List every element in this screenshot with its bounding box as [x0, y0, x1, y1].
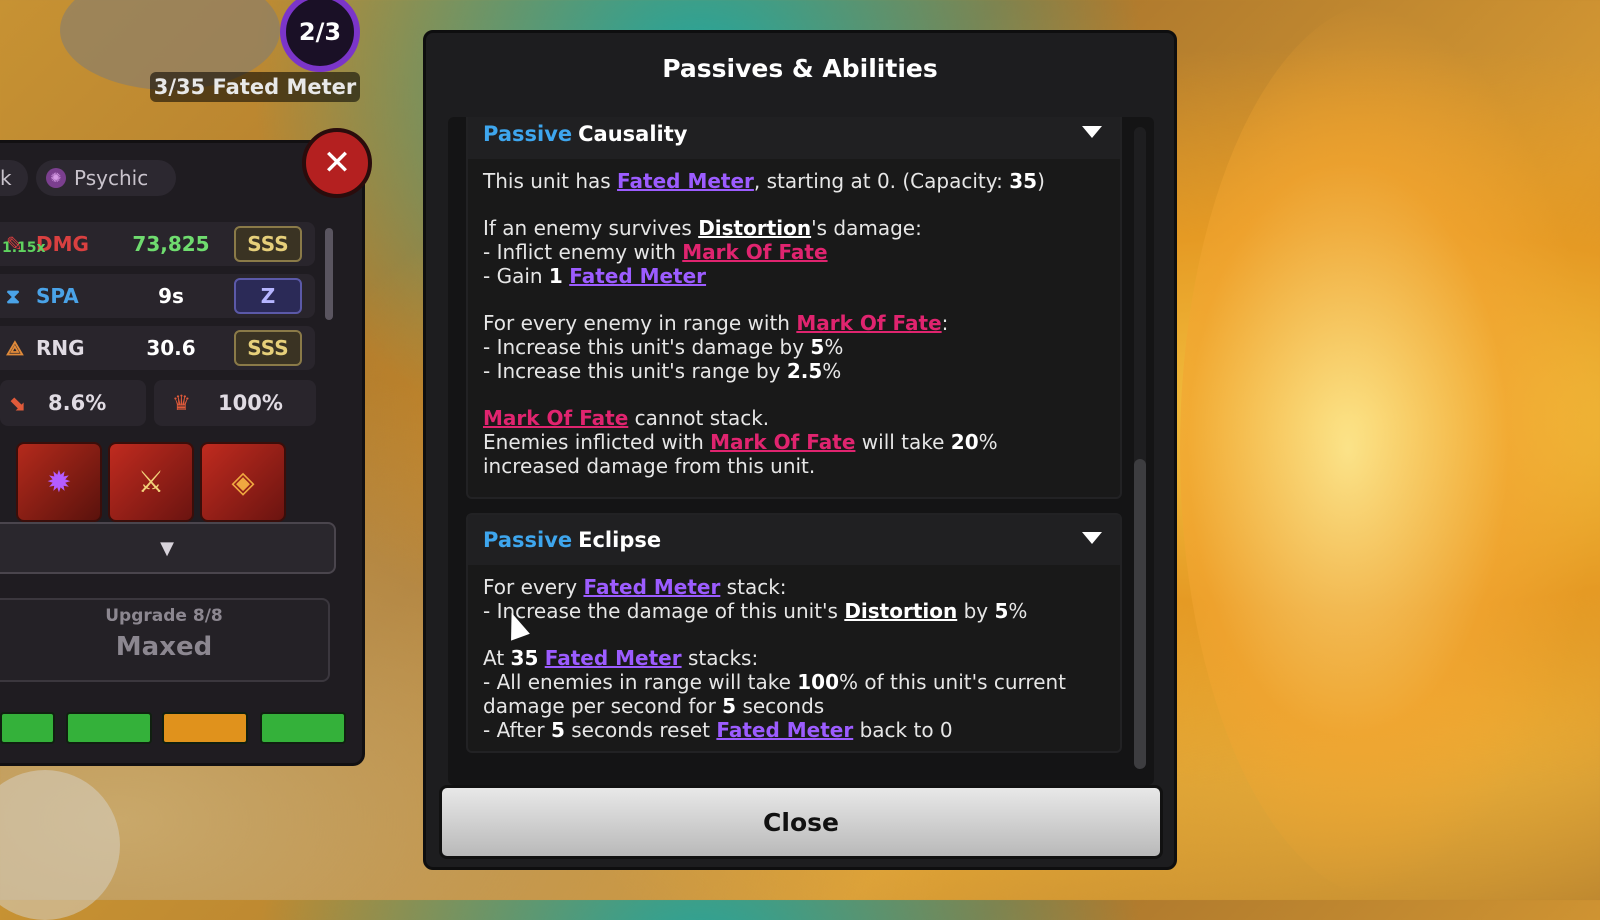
crit-damage-value: 100% [218, 391, 283, 415]
mark-of-fate-link[interactable]: Mark Of Fate [483, 406, 628, 430]
fated-meter-link[interactable]: Fated Meter [617, 169, 754, 193]
mark-of-fate-link[interactable]: Mark Of Fate [796, 311, 941, 335]
desc-line: This unit has Fated Meter, starting at 0… [483, 169, 1045, 193]
section-header[interactable]: Passive Eclipse [468, 515, 1120, 565]
abilities-scroll-area[interactable]: Passive Causality This unit has Fated Me… [448, 117, 1154, 785]
gear-icon: ✹ [46, 464, 72, 500]
stat-value: 30.6 [146, 336, 196, 360]
stats-scrollbar[interactable] [325, 228, 333, 320]
fated-meter-link[interactable]: Fated Meter [545, 646, 682, 670]
element-label: Psychic [74, 166, 149, 190]
action-button-2[interactable] [66, 712, 152, 744]
desc-line: damage per second for 5 seconds [483, 694, 825, 718]
distortion-link[interactable]: Distortion [844, 599, 957, 623]
trait-slot-1[interactable]: ✹ [16, 442, 102, 522]
upgrade-status: Maxed [115, 632, 213, 662]
desc-line: - Increase this unit's damage by 5% [483, 335, 844, 359]
desc-line: Enemies inflicted with Mark Of Fate will… [483, 430, 998, 454]
close-button[interactable]: Close [439, 785, 1163, 859]
stat-value: 9s [158, 284, 184, 308]
desc-line: increased damage from this unit. [483, 454, 816, 478]
section-header[interactable]: Passive Causality [468, 117, 1120, 159]
desc-line: - After 5 seconds reset Fated Meter back… [483, 718, 953, 742]
desc-line: For every Fated Meter stack: [483, 575, 787, 599]
element-chip[interactable]: ✺ Psychic [36, 160, 176, 196]
desc-line: - Increase the damage of this unit's Dis… [483, 599, 1028, 623]
background-rift [1180, 0, 1600, 900]
hourglass-icon: ⧗ [6, 284, 21, 308]
psychic-icon: ✺ [46, 168, 66, 188]
multiplier-label: 1.15x [2, 240, 46, 256]
expand-dropdown[interactable]: ▼ [0, 522, 336, 574]
close-icon: ✕ [322, 143, 352, 183]
crit-damage-box: ♛ 100% [154, 380, 316, 426]
trait-slot-3[interactable]: ◈ [200, 442, 286, 522]
passives-modal: Passives & Abilities Passive Causality T… [423, 30, 1177, 870]
passive-name: Eclipse [578, 528, 662, 552]
mark-of-fate-link[interactable]: Mark Of Fate [710, 430, 855, 454]
trait-slot-2[interactable]: ⚔ [108, 442, 194, 522]
desc-line: - Gain 1 Fated Meter [483, 264, 707, 288]
chevron-down-icon[interactable] [1082, 532, 1102, 544]
stat-value: 73,825 [132, 232, 210, 256]
range-icon: ⟁ [6, 336, 24, 360]
desc-line: At 35 Fated Meter stacks: [483, 646, 759, 670]
passive-tag: Passive [483, 528, 573, 552]
section-body: For every Fated Meter stack: - Increase … [468, 565, 1120, 754]
background-stone [0, 770, 120, 920]
chevron-down-icon: ▼ [160, 537, 174, 559]
crit-damage-icon: ♛ [172, 391, 191, 415]
action-button-1[interactable] [0, 712, 55, 744]
passive-tag: Passive [483, 122, 573, 146]
stat-row-spa: ⧗ SPA 9s Z [0, 274, 315, 318]
fated-meter-link[interactable]: Fated Meter [583, 575, 720, 599]
crit-chance-icon: ⬊ [8, 391, 26, 415]
rank-badge: SSS [234, 226, 302, 262]
fated-meter-link[interactable]: Fated Meter [569, 264, 706, 288]
desc-line: - Inflict enemy with Mark Of Fate [483, 240, 828, 264]
modal-title: Passives & Abilities [662, 54, 938, 83]
desc-line: Mark Of Fate cannot stack. [483, 406, 770, 430]
crit-chance-box: ⬊ 8.6% [0, 380, 146, 426]
mark-of-fate-link[interactable]: Mark Of Fate [682, 240, 827, 264]
rank-badge: Z [234, 278, 302, 314]
passive-section-causality: Passive Causality This unit has Fated Me… [466, 117, 1122, 499]
desc-line: - Increase this unit's range by 2.5% [483, 359, 842, 383]
desc-line: For every enemy in range with Mark Of Fa… [483, 311, 949, 335]
chevron-down-icon[interactable] [1082, 126, 1102, 138]
action-button-4[interactable] [260, 712, 346, 744]
diamond-icon: ◈ [231, 464, 255, 500]
action-button-3[interactable] [162, 712, 248, 744]
desc-line: If an enemy survives Distortion's damage… [483, 216, 922, 240]
stat-row-rng: ⟁ RNG 30.6 SSS [0, 326, 315, 370]
stat-name: SPA [36, 284, 79, 308]
stat-name: DMG [36, 232, 89, 256]
distortion-link[interactable]: Distortion [698, 216, 811, 240]
close-unit-panel-button[interactable]: ✕ [302, 128, 372, 198]
stat-name: RNG [36, 336, 85, 360]
upgrade-label: Upgrade 8/8 [105, 606, 223, 626]
desc-line: - All enemies in range will take 100% of… [483, 670, 1067, 694]
section-body: This unit has Fated Meter, starting at 0… [468, 159, 1120, 490]
rank-badge: SSS [234, 330, 302, 366]
crit-chance-value: 8.6% [48, 391, 107, 415]
fated-meter-label: 3/35 Fated Meter [150, 72, 360, 102]
sword-icon: ⚔ [137, 464, 165, 500]
scrollbar-thumb[interactable] [1134, 459, 1146, 769]
upgrade-box[interactable]: Upgrade 8/8 Maxed [0, 598, 330, 682]
fated-meter-link[interactable]: Fated Meter [716, 718, 853, 742]
passive-name: Causality [578, 122, 688, 146]
passive-section-eclipse: Passive Eclipse For every Fated Meter st… [466, 513, 1122, 753]
wave-counter: 2/3 [280, 0, 360, 72]
stat-row-dmg: 1.15x ✎ DMG 73,825 SSS [0, 222, 315, 266]
